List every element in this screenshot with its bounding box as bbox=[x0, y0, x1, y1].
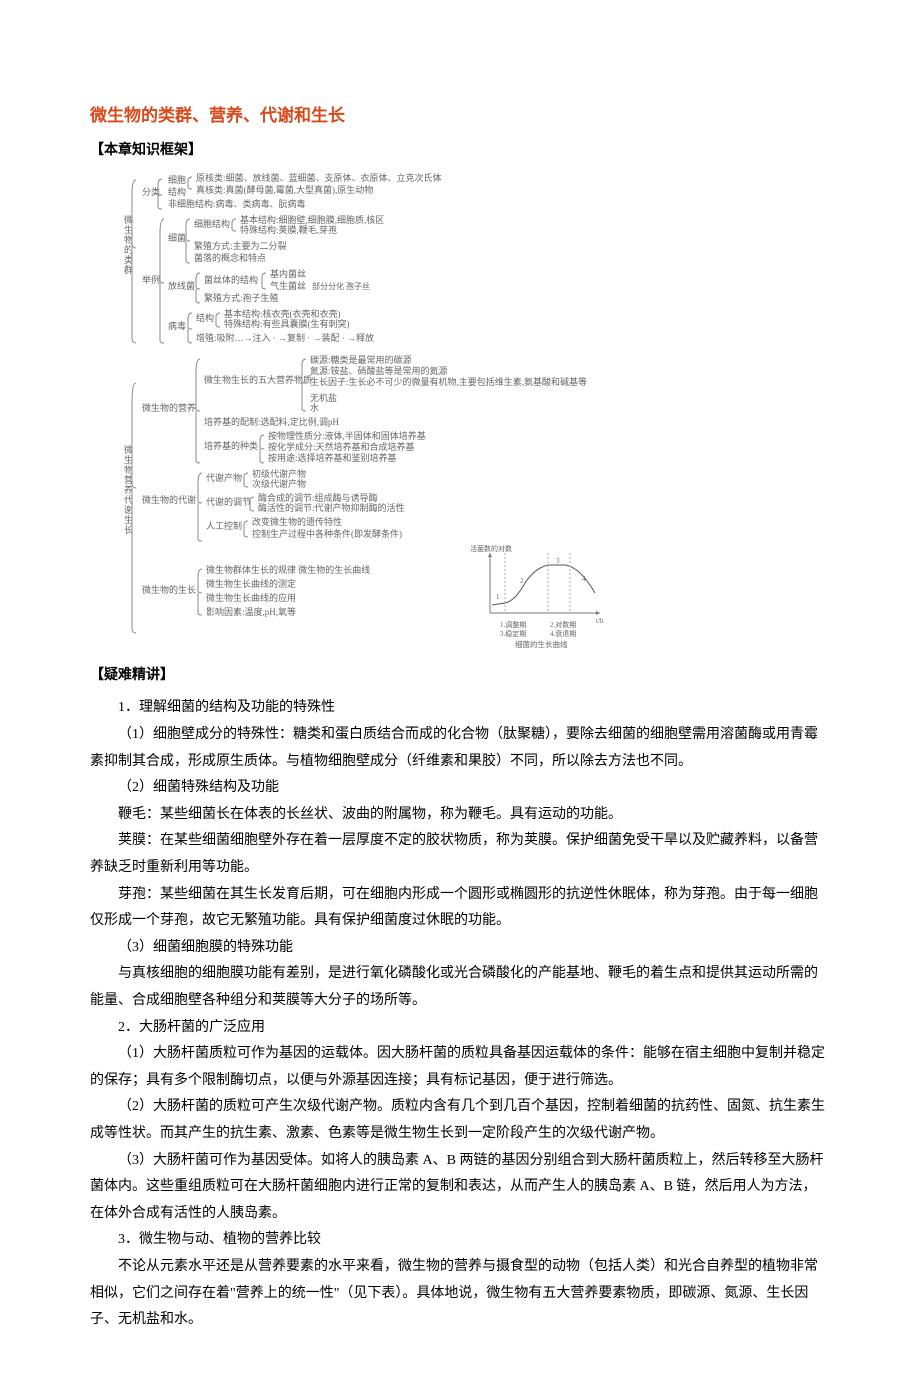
svg-text:2: 2 bbox=[520, 577, 524, 585]
para-8: （1）大肠杆菌质粒可作为基因的运载体。因大肠杆菌的质粒具备基因运载体的条件：能够… bbox=[90, 1041, 830, 1094]
d-c3: 微生物的生长 bbox=[142, 584, 196, 595]
growth-curve-chart: 1 2 3 4 活菌数的对数 t/h 1.调整期 2.对数期 3.稳定期 4.衰… bbox=[470, 544, 604, 649]
chart-leg-2: 3.稳定期 bbox=[500, 629, 526, 638]
d-c2a: 代谢产物 bbox=[206, 472, 242, 483]
d-c1c2: 按化学成分:天然培养基和合成培养基 bbox=[268, 441, 415, 452]
d-c1a5: 水 bbox=[310, 402, 319, 413]
d-c1c3: 按用途:选择培养基和鉴别培养基 bbox=[268, 452, 397, 463]
branch-classify: 分类 bbox=[142, 186, 160, 197]
d-b2: 放线菌 bbox=[168, 280, 195, 291]
d-c3a: 微生物群体生长的规律 微生物的生长曲线 bbox=[206, 564, 370, 575]
d-c1a4: 无机盐 bbox=[310, 392, 337, 403]
svg-text:3: 3 bbox=[556, 557, 560, 565]
section-difficult: 【疑难精讲】 bbox=[90, 663, 830, 690]
d-b1: 细菌 bbox=[168, 232, 186, 243]
d-b1a2: 特殊结构:荚膜,鞭毛,芽孢 bbox=[240, 224, 337, 235]
para-3: 鞭毛：某些细菌长在体表的长丝状、波曲的附属物，称为鞭毛。具有运动的功能。 bbox=[90, 802, 830, 829]
section-framework: 【本章知识框架】 bbox=[90, 138, 830, 165]
d-b2b: 繁殖方式:孢子生殖 bbox=[204, 292, 279, 303]
svg-text:1: 1 bbox=[496, 593, 500, 601]
d-c2a2: 次级代谢产物 bbox=[252, 478, 306, 489]
heading-1: 1．理解细菌的结构及功能的特殊性 bbox=[90, 695, 830, 722]
chart-xlabel: t/h bbox=[596, 617, 604, 625]
d-c2b1: 酶合成的调节:组成酶与诱导酶 bbox=[258, 492, 378, 503]
d-c1a1: 碳源:糖类是最常用的碳源 bbox=[310, 354, 412, 365]
d-a3: 非细胞结构:病毒、类病毒、朊病毒 bbox=[168, 198, 306, 209]
heading-2: 2．大肠杆菌的广泛应用 bbox=[90, 1015, 830, 1042]
para-4: 荚膜：在某些细菌细胞壁外存在着一层厚度不定的胶状物质，称为荚膜。保护细菌免受干旱… bbox=[90, 828, 830, 881]
chart-ylabel: 活菌数的对数 bbox=[470, 544, 512, 553]
d-c2c2: 控制生产过程中各种条件(即发酵条件) bbox=[252, 528, 402, 539]
d-b2a2x: 部分分化 孢子丝 bbox=[312, 281, 370, 291]
d-c2b2: 酶活性的调节:代谢产物抑制酶的活性 bbox=[258, 502, 405, 513]
para-10: （3）大肠杆菌可作为基因受体。如将人的胰岛素 A、B 两链的基因分别组合到大肠杆… bbox=[90, 1148, 830, 1228]
d-c2b: 代谢的调节 bbox=[206, 496, 251, 507]
d-b1c: 菌落的概念和特点 bbox=[194, 252, 266, 263]
d-a2t: 真核类:真菌(酵母菌,霉菌,大型真菌),原生动物 bbox=[196, 184, 373, 195]
d-c2c1: 改变微生物的遗传特性 bbox=[252, 516, 342, 527]
d-a1: 细胞 bbox=[168, 174, 186, 185]
branch-example: 举例 bbox=[142, 274, 160, 285]
d-c3b: 微生物生长曲线的测定 bbox=[206, 578, 296, 589]
para-7: 与真核细胞的细胞膜功能有差别，是进行氧化磷酸化或光合磷酸化的产能基地、鞭毛的着生… bbox=[90, 961, 830, 1014]
chart-leg-1: 2.对数期 bbox=[550, 620, 576, 629]
d-c1a2: 氮源:铵盐、硝酸盐等是常用的氮源 bbox=[310, 365, 448, 376]
d-b2a2: 气生菌丝 bbox=[270, 280, 306, 291]
para-5: 芽孢：某些细菌在其生长发育后期，可在细胞内形成一个圆形或椭圆形的抗逆性休眠体，称… bbox=[90, 882, 830, 935]
d-b2a1: 基内菌丝 bbox=[270, 268, 306, 279]
d-b1a: 细胞结构 bbox=[194, 218, 230, 229]
d-b3a1: 基本结构:核衣壳(衣壳和衣壳) bbox=[224, 308, 341, 319]
d-b3: 病毒 bbox=[168, 320, 186, 331]
d-c1: 微生物的营养 bbox=[142, 402, 196, 413]
svg-text:4: 4 bbox=[582, 575, 586, 583]
d-a2: 结构 bbox=[168, 186, 186, 197]
d-b3a: 结构 bbox=[196, 312, 214, 323]
d-b1a1: 基本结构:细胞壁,细胞膜,细胞质,核区 bbox=[240, 214, 384, 225]
d-c1c1: 按物理性质分:液体,半固体和固体培养基 bbox=[268, 430, 426, 441]
knowledge-framework-diagram: 微生物的类群 微生物营养代谢生长 分类 细胞 原核类:细菌、放线菌、蓝细菌、支原… bbox=[120, 173, 640, 653]
d-b1b: 繁殖方式:主要为二分裂 bbox=[194, 240, 287, 251]
para-1: （1）细胞壁成分的特殊性：糖类和蛋白质结合而成的化合物（肽聚糖），要除去细菌的细… bbox=[90, 722, 830, 775]
chart-caption: 细菌的生长曲线 bbox=[515, 639, 568, 649]
d-b3a2: 特殊结构:有些具囊膜(生有刺突) bbox=[224, 318, 350, 329]
para-9: （2）大肠杆菌的质粒可产生次级代谢产物。质粒内含有几个到几百个基因，控制着细菌的… bbox=[90, 1094, 830, 1147]
d-c1a3: 生长因子:生长必不可少的微量有机物,主要包括维生素,氨基酸和碱基等 bbox=[310, 376, 587, 387]
d-c1a: 微生物生长的五大营养物质 bbox=[204, 374, 312, 385]
d-c3d: 影响因素:温度,pH,氧等 bbox=[206, 606, 296, 617]
d-c2a1: 初级代谢产物 bbox=[252, 468, 306, 479]
d-c2: 微生物的代谢 bbox=[142, 494, 196, 505]
para-11: 不论从元素水平还是从营养要素的水平来看，微生物的营养与摄食型的动物（包括人类）和… bbox=[90, 1254, 830, 1334]
d-a1t: 原核类:细菌、放线菌、蓝细菌、支原体、衣原体、立克次氏体 bbox=[196, 173, 442, 183]
d-b3b: 增殖:吸附…→注入 · →复制 · →装配 · →释放 bbox=[196, 332, 374, 343]
para-6: （3）细菌细胞膜的特殊功能 bbox=[90, 935, 830, 962]
chart-leg-0: 1.调整期 bbox=[500, 620, 526, 629]
para-2: （2）细菌特殊结构及功能 bbox=[90, 775, 830, 802]
chart-leg-3: 4.衰退期 bbox=[550, 629, 576, 638]
d-c3c: 微生物生长曲线的应用 bbox=[206, 592, 296, 603]
d-c1c: 培养基的种类 bbox=[204, 440, 258, 451]
d-b2a: 菌丝体的结构 bbox=[204, 274, 258, 285]
d-c2c: 人工控制 bbox=[206, 520, 242, 531]
d-c1b: 培养基的配制:选配料,定比例,调pH bbox=[204, 416, 340, 427]
page-title: 微生物的类群、营养、代谢和生长 bbox=[90, 100, 830, 132]
heading-3: 3．微生物与动、植物的营养比较 bbox=[90, 1227, 830, 1254]
